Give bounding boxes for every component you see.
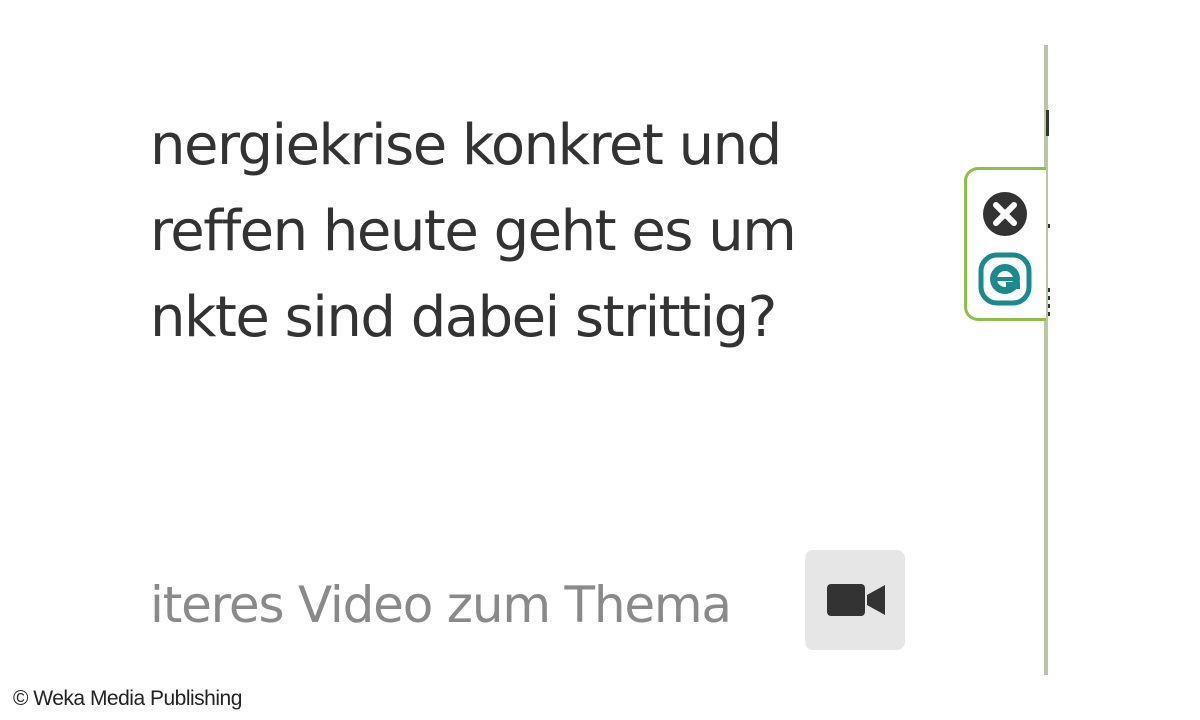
more-video-link[interactable]: iteres Video zum Thema [150, 568, 732, 642]
copyright-watermark: © Weka Media Publishing [13, 687, 242, 710]
security-extension-widget [964, 167, 1046, 321]
close-circle-icon[interactable] [981, 190, 1029, 238]
eset-e-logo-icon[interactable] [978, 252, 1032, 306]
article-line-3: nkte sind dabei strittig? [150, 285, 777, 350]
video-camera-icon [827, 584, 885, 616]
video-button[interactable] [805, 550, 905, 650]
article-line-2: reffen heute geht es um [150, 199, 797, 264]
article-line-1: nergiekrise konkret und [150, 113, 782, 178]
page: nergiekrise konkret und reffen heute geh… [0, 0, 1200, 720]
article-excerpt: nergiekrise konkret und reffen heute geh… [150, 108, 840, 366]
